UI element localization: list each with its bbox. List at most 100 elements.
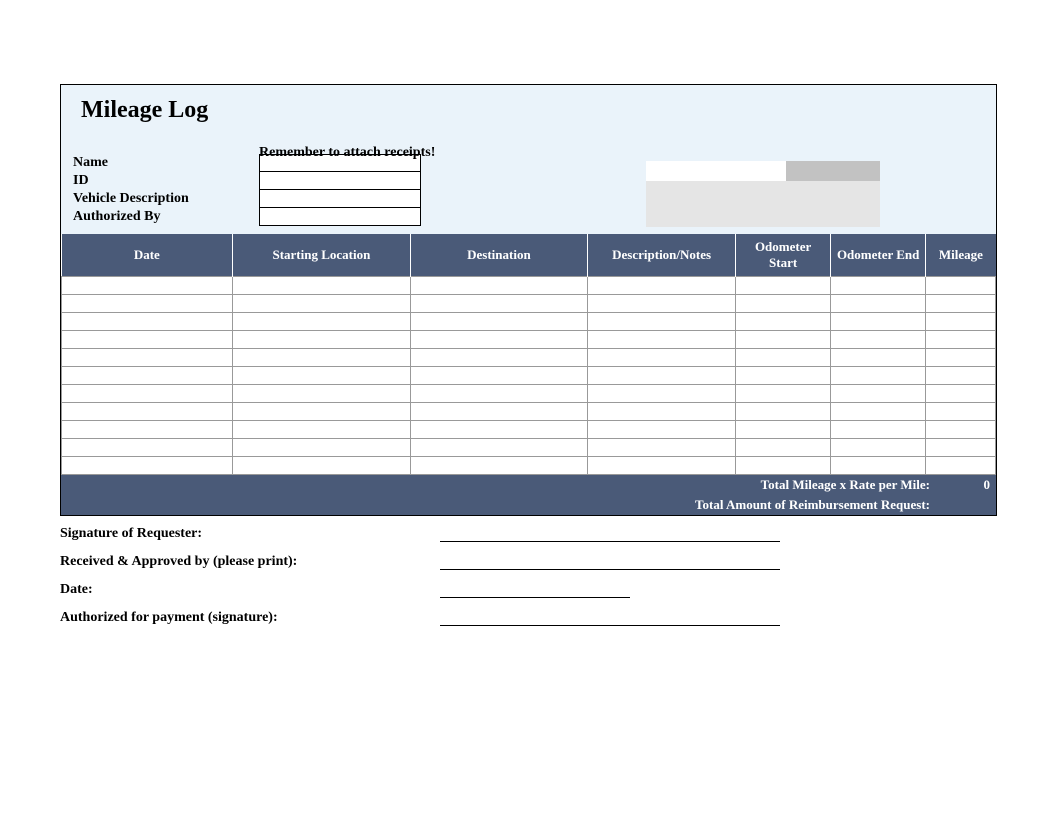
table-cell[interactable] bbox=[831, 438, 926, 456]
table-cell[interactable] bbox=[62, 456, 233, 474]
table-cell[interactable] bbox=[736, 456, 831, 474]
sig-approved-line[interactable] bbox=[440, 554, 780, 570]
table-cell[interactable] bbox=[926, 348, 996, 366]
table-cell[interactable] bbox=[410, 384, 588, 402]
page-title: Mileage Log bbox=[81, 97, 984, 124]
total-mileage-row: Total Mileage x Rate per Mile: 0 bbox=[61, 475, 996, 495]
table-cell[interactable] bbox=[831, 384, 926, 402]
sig-row-payment: Authorized for payment (signature): bbox=[60, 610, 997, 626]
table-cell[interactable] bbox=[736, 438, 831, 456]
table-cell[interactable] bbox=[926, 312, 996, 330]
vehicle-input[interactable] bbox=[259, 190, 421, 208]
table-cell[interactable] bbox=[926, 438, 996, 456]
table-cell[interactable] bbox=[588, 276, 736, 294]
table-cell[interactable] bbox=[736, 312, 831, 330]
table-cell[interactable] bbox=[926, 402, 996, 420]
table-cell[interactable] bbox=[62, 438, 233, 456]
table-cell[interactable] bbox=[233, 330, 411, 348]
table-row bbox=[62, 330, 996, 348]
table-cell[interactable] bbox=[831, 312, 926, 330]
table-cell[interactable] bbox=[831, 348, 926, 366]
table-cell[interactable] bbox=[410, 294, 588, 312]
table-cell[interactable] bbox=[736, 276, 831, 294]
sig-payment-line[interactable] bbox=[440, 610, 780, 626]
table-cell[interactable] bbox=[410, 330, 588, 348]
table-cell[interactable] bbox=[736, 402, 831, 420]
table-cell[interactable] bbox=[410, 438, 588, 456]
table-cell[interactable] bbox=[588, 330, 736, 348]
table-cell[interactable] bbox=[831, 420, 926, 438]
table-cell[interactable] bbox=[588, 456, 736, 474]
mileage-log-sheet: Mileage Log Remember to attach receipts!… bbox=[60, 84, 997, 516]
table-cell[interactable] bbox=[410, 420, 588, 438]
table-cell[interactable] bbox=[588, 384, 736, 402]
table-cell[interactable] bbox=[62, 402, 233, 420]
table-cell[interactable] bbox=[62, 384, 233, 402]
table-cell[interactable] bbox=[926, 420, 996, 438]
table-cell[interactable] bbox=[588, 348, 736, 366]
sig-date-line[interactable] bbox=[440, 582, 630, 598]
col-start-location: Starting Location bbox=[233, 234, 411, 276]
table-cell[interactable] bbox=[62, 366, 233, 384]
table-cell[interactable] bbox=[588, 366, 736, 384]
table-cell[interactable] bbox=[736, 420, 831, 438]
table-cell[interactable] bbox=[588, 402, 736, 420]
total-reimbursement-row: Total Amount of Reimbursement Request: bbox=[61, 495, 996, 515]
table-cell[interactable] bbox=[410, 366, 588, 384]
table-cell[interactable] bbox=[62, 294, 233, 312]
table-cell[interactable] bbox=[736, 330, 831, 348]
table-cell[interactable] bbox=[233, 276, 411, 294]
table-cell[interactable] bbox=[62, 348, 233, 366]
table-cell[interactable] bbox=[62, 420, 233, 438]
table-cell[interactable] bbox=[62, 312, 233, 330]
table-cell[interactable] bbox=[410, 276, 588, 294]
table-cell[interactable] bbox=[926, 330, 996, 348]
table-cell[interactable] bbox=[62, 276, 233, 294]
table-cell[interactable] bbox=[831, 330, 926, 348]
total-mileage-label: Total Mileage x Rate per Mile: bbox=[61, 477, 938, 493]
table-cell[interactable] bbox=[831, 294, 926, 312]
table-cell[interactable] bbox=[233, 312, 411, 330]
table-cell[interactable] bbox=[831, 366, 926, 384]
id-input[interactable] bbox=[259, 172, 421, 190]
table-cell[interactable] bbox=[410, 312, 588, 330]
table-cell[interactable] bbox=[588, 420, 736, 438]
table-cell[interactable] bbox=[233, 456, 411, 474]
table-cell[interactable] bbox=[233, 384, 411, 402]
table-cell[interactable] bbox=[410, 456, 588, 474]
table-cell[interactable] bbox=[233, 420, 411, 438]
sig-date-label: Date: bbox=[60, 582, 440, 598]
table-cell[interactable] bbox=[736, 384, 831, 402]
table-cell[interactable] bbox=[926, 456, 996, 474]
table-cell[interactable] bbox=[410, 348, 588, 366]
table-cell[interactable] bbox=[588, 294, 736, 312]
vehicle-label: Vehicle Description bbox=[73, 191, 259, 207]
table-cell[interactable] bbox=[926, 294, 996, 312]
table-cell[interactable] bbox=[736, 348, 831, 366]
table-cell[interactable] bbox=[233, 402, 411, 420]
table-cell[interactable] bbox=[926, 276, 996, 294]
table-row bbox=[62, 420, 996, 438]
table-cell[interactable] bbox=[62, 330, 233, 348]
id-label: ID bbox=[73, 173, 259, 189]
mileage-table: Date Starting Location Destination Descr… bbox=[61, 234, 996, 475]
table-cell[interactable] bbox=[233, 366, 411, 384]
table-cell[interactable] bbox=[233, 348, 411, 366]
table-cell[interactable] bbox=[831, 402, 926, 420]
table-cell[interactable] bbox=[588, 312, 736, 330]
table-cell[interactable] bbox=[588, 438, 736, 456]
sig-payment-label: Authorized for payment (signature): bbox=[60, 610, 440, 626]
sig-approved-label: Received & Approved by (please print): bbox=[60, 554, 440, 570]
table-cell[interactable] bbox=[926, 366, 996, 384]
table-cell[interactable] bbox=[831, 276, 926, 294]
table-cell[interactable] bbox=[233, 294, 411, 312]
table-cell[interactable] bbox=[233, 438, 411, 456]
authorized-input[interactable] bbox=[259, 208, 421, 226]
table-cell[interactable] bbox=[410, 402, 588, 420]
table-cell[interactable] bbox=[926, 384, 996, 402]
sig-requester-line[interactable] bbox=[440, 526, 780, 542]
table-cell[interactable] bbox=[736, 366, 831, 384]
table-cell[interactable] bbox=[736, 294, 831, 312]
table-row bbox=[62, 456, 996, 474]
table-cell[interactable] bbox=[831, 456, 926, 474]
